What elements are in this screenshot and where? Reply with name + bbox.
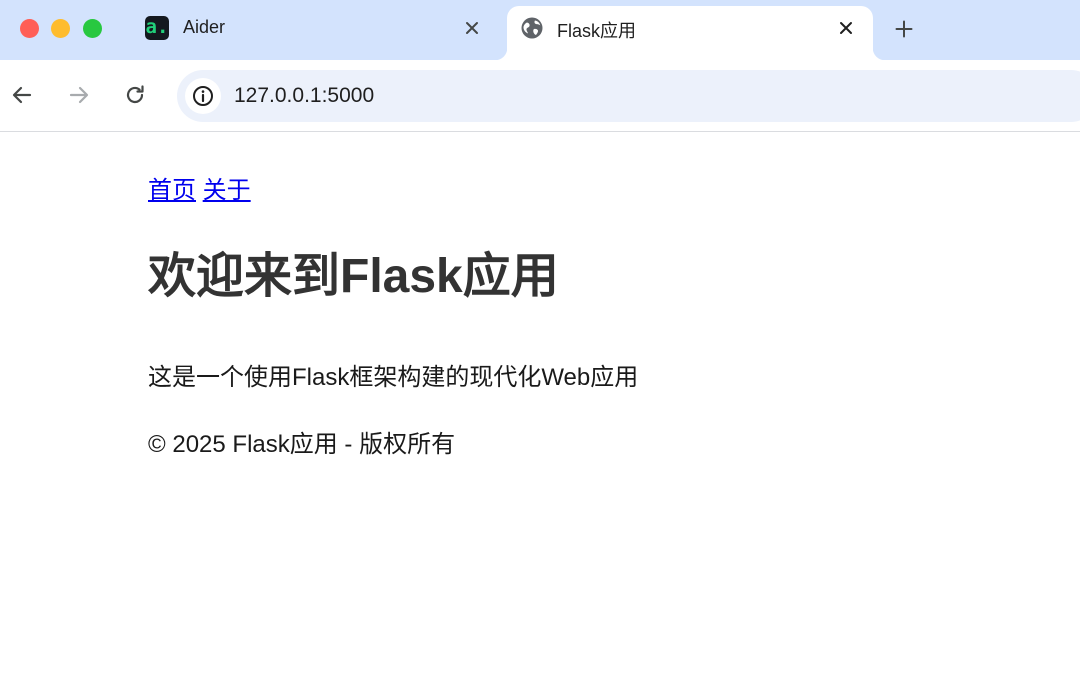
window-zoom-button[interactable] bbox=[83, 19, 102, 38]
tab-title: Aider bbox=[183, 17, 226, 37]
tab-aider[interactable]: a. Aider bbox=[130, 6, 500, 60]
close-icon bbox=[840, 22, 852, 34]
site-info-button[interactable] bbox=[185, 78, 221, 114]
aider-logo-icon: a. bbox=[145, 16, 169, 40]
window-close-button[interactable] bbox=[20, 19, 39, 38]
arrow-right-icon bbox=[69, 86, 89, 104]
aider-logo-glyph: a. bbox=[145, 15, 169, 38]
tab-close-button[interactable] bbox=[461, 17, 483, 39]
tab-title: Flask应用 bbox=[557, 21, 637, 41]
nav-link-about[interactable]: 关于 bbox=[203, 177, 251, 204]
back-button[interactable] bbox=[9, 82, 35, 108]
nav-link-home[interactable]: 首页 bbox=[148, 177, 196, 204]
tab-strip: a. Aider Flask应用 bbox=[0, 0, 1080, 60]
site-nav: 首页 关于 bbox=[148, 170, 251, 205]
address-bar[interactable]: 127.0.0.1:5000 bbox=[177, 70, 1080, 122]
new-tab-button[interactable] bbox=[890, 15, 918, 43]
browser-toolbar: 127.0.0.1:5000 bbox=[0, 60, 1080, 132]
page-footer: © 2025 Flask应用 - 版权所有 bbox=[148, 431, 456, 458]
tab-close-button[interactable] bbox=[835, 17, 857, 39]
plus-icon bbox=[895, 20, 913, 38]
arrow-left-icon bbox=[12, 86, 32, 104]
page-description: 这是一个使用Flask框架构建的现代化Web应用 bbox=[148, 364, 639, 391]
globe-icon bbox=[520, 16, 544, 40]
tab-flask-app[interactable]: Flask应用 bbox=[495, 6, 885, 60]
url-text[interactable]: 127.0.0.1:5000 bbox=[234, 84, 374, 108]
close-icon bbox=[466, 22, 478, 34]
reload-icon bbox=[126, 85, 144, 104]
window-minimize-button[interactable] bbox=[51, 19, 70, 38]
info-icon bbox=[193, 86, 213, 106]
page-title: 欢迎来到Flask应用 bbox=[148, 250, 559, 303]
forward-button[interactable] bbox=[66, 82, 92, 108]
reload-button[interactable] bbox=[122, 82, 148, 108]
